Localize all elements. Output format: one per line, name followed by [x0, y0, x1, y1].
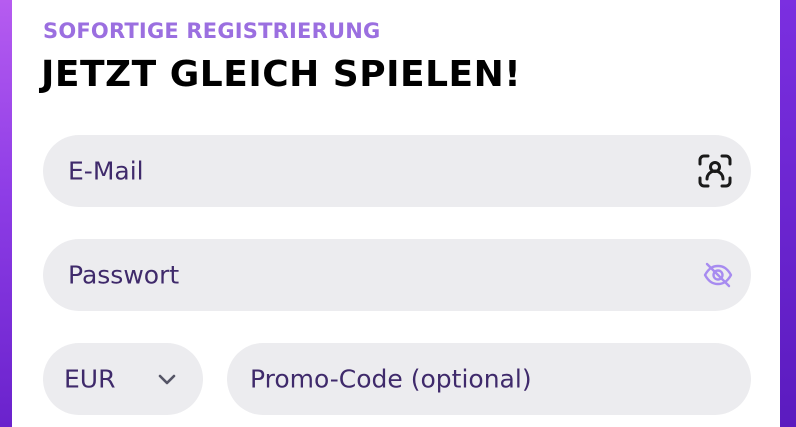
email-field[interactable]: E-Mail: [43, 135, 751, 207]
password-field[interactable]: Passwort: [43, 239, 751, 311]
background-left: [0, 0, 12, 427]
promo-code-field[interactable]: Promo-Code (optional): [227, 343, 751, 415]
face-scan-icon[interactable]: [696, 152, 734, 190]
registration-card: SOFORTIGE REGISTRIERUNG JETZT GLEICH SPI…: [12, 0, 780, 427]
eye-off-icon[interactable]: [702, 259, 734, 291]
password-placeholder: Passwort: [68, 260, 180, 290]
email-placeholder: E-Mail: [68, 156, 144, 186]
currency-value: EUR: [64, 364, 116, 394]
chevron-down-icon: [155, 367, 179, 391]
promo-code-placeholder: Promo-Code (optional): [250, 364, 532, 394]
background-right: [780, 0, 796, 427]
form-subtitle: SOFORTIGE REGISTRIERUNG: [43, 19, 381, 43]
form-title: JETZT GLEICH SPIELEN!: [41, 54, 522, 95]
currency-select[interactable]: EUR: [43, 343, 203, 415]
